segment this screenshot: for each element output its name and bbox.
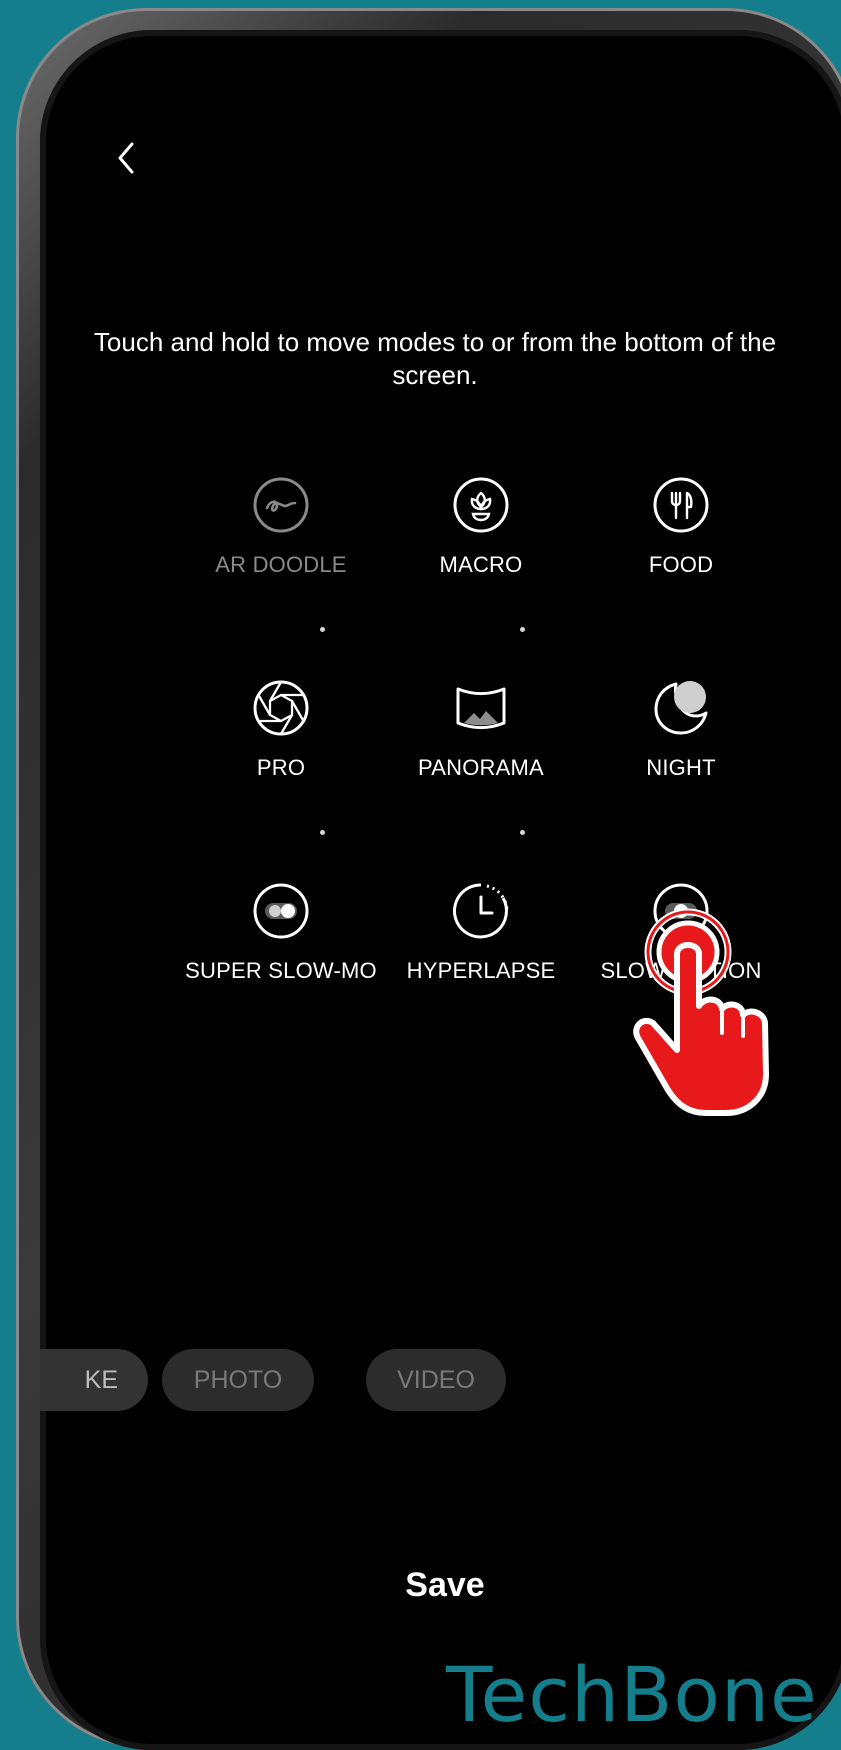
mode-night[interactable]: NIGHT: [581, 679, 781, 781]
mode-label: PRO: [256, 755, 306, 780]
mode-panorama[interactable]: PANORAMA: [381, 679, 581, 781]
moon-icon: [654, 681, 708, 735]
mode-label: NIGHT: [646, 755, 716, 780]
mode-ar-doodle[interactable]: AR DOODLE: [181, 476, 381, 578]
instruction-text: Touch and hold to move modes to or from …: [93, 327, 777, 390]
grid-dot: [520, 830, 525, 835]
mode-label: MACRO: [439, 552, 523, 577]
phone-frame: Touch and hold to move modes to or from …: [16, 8, 841, 1750]
hyperlapse-timer-icon: [452, 883, 509, 939]
mode-pill-label: VIDEO: [397, 1365, 475, 1394]
aperture-icon: [253, 680, 309, 736]
mode-food[interactable]: FOOD: [581, 476, 781, 578]
mode-pro[interactable]: PRO: [181, 679, 381, 781]
techbone-watermark: TechBone: [446, 1650, 818, 1739]
chevron-left-icon: [118, 142, 134, 174]
mode-pill-label: PHOTO: [193, 1365, 283, 1394]
hand-pointer-icon: [633, 908, 769, 1116]
mode-macro[interactable]: MACRO: [381, 476, 581, 578]
food-utensils-icon: [653, 477, 709, 533]
save-button[interactable]: Save: [345, 1566, 545, 1605]
mode-label: SUPER SLOW-MO: [185, 958, 377, 983]
panorama-icon: [456, 687, 506, 729]
mode-hyperlapse[interactable]: HYPERLAPSE: [381, 882, 581, 984]
macro-flower-icon: [453, 477, 509, 533]
mode-pill-label: KE: [84, 1365, 118, 1394]
mode-label: HYPERLAPSE: [406, 958, 556, 983]
back-button[interactable]: [104, 136, 148, 180]
super-slow-mo-icon: [253, 883, 309, 939]
ar-doodle-icon: [253, 477, 309, 533]
mode-pill-partial[interactable]: KE: [40, 1349, 148, 1411]
mode-super-slow-mo[interactable]: SUPER SLOW-MO: [181, 882, 381, 984]
phone-screen: Touch and hold to move modes to or from …: [40, 30, 841, 1750]
mode-label: AR DOODLE: [215, 552, 347, 577]
mode-pill-video[interactable]: VIDEO: [366, 1349, 506, 1411]
grid-dot: [320, 627, 325, 632]
mode-label: PANORAMA: [418, 755, 544, 780]
mode-pill-photo[interactable]: PHOTO: [162, 1349, 314, 1411]
grid-dot: [520, 627, 525, 632]
mode-label: FOOD: [648, 552, 714, 577]
grid-dot: [320, 830, 325, 835]
